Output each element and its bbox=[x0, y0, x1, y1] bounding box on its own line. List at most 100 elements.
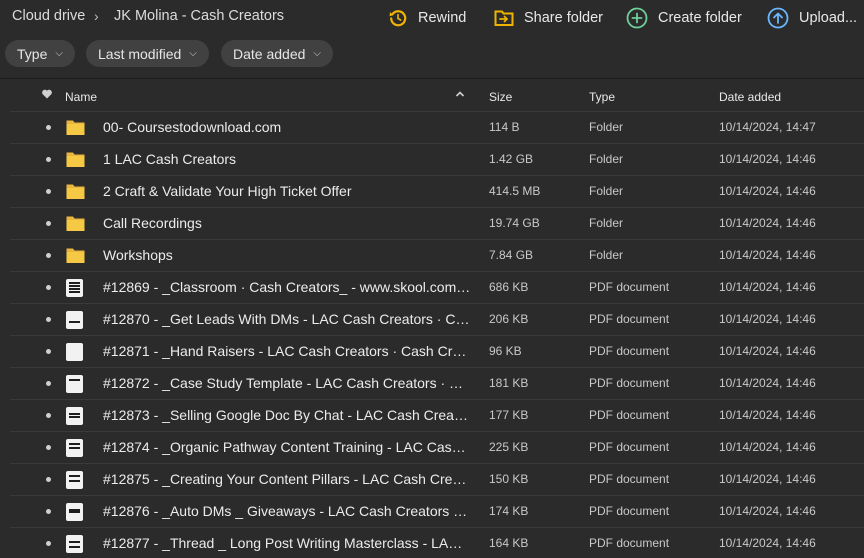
file-name[interactable]: #12869 - _Classroom · Cash Creators_ - w… bbox=[103, 279, 471, 295]
file-name[interactable]: #12876 - _Auto DMs _ Giveaways - LAC Cas… bbox=[103, 503, 471, 519]
type-column-header[interactable]: Type bbox=[589, 90, 615, 104]
table-row[interactable]: #12874 - _Organic Pathway Content Traini… bbox=[10, 431, 864, 462]
file-size: 114 B bbox=[489, 120, 520, 134]
breadcrumb-root[interactable]: Cloud drive bbox=[12, 8, 85, 24]
pdf-thumbnail-icon bbox=[66, 375, 83, 393]
table-row[interactable]: #12872 - _Case Study Template - LAC Cash… bbox=[10, 367, 864, 398]
table-row[interactable]: #12870 - _Get Leads With DMs - LAC Cash … bbox=[10, 303, 864, 334]
file-size: 1.42 GB bbox=[489, 152, 534, 166]
file-date-added: 10/14/2024, 14:46 bbox=[719, 248, 816, 262]
chevron-down-icon: ⌵ bbox=[313, 48, 321, 59]
folder-icon bbox=[66, 216, 85, 231]
table-row[interactable]: 00- Coursestodownload.com 114 B Folder 10/1… bbox=[10, 111, 864, 142]
file-name[interactable]: Workshops bbox=[103, 247, 471, 263]
row-status-dot bbox=[46, 285, 51, 290]
date-added-column-header[interactable]: Date added bbox=[719, 90, 781, 104]
favourite-column-heart-icon[interactable] bbox=[41, 88, 53, 103]
file-type: PDF document bbox=[589, 280, 670, 294]
breadcrumb-separator-icon: › bbox=[94, 8, 99, 24]
file-name[interactable]: #12877 - _Thread _ Long Post Writing Mas… bbox=[103, 535, 471, 551]
rewind-button[interactable]: Rewind bbox=[388, 6, 466, 30]
folder-icon bbox=[66, 248, 85, 263]
file-name[interactable]: 00- Coursestodownload.com bbox=[103, 119, 471, 135]
table-row[interactable]: Workshops 7.84 GB Folder 10/14/2024, 14:46 bbox=[10, 239, 864, 270]
row-status-dot bbox=[46, 317, 51, 322]
filter-bar: Type ⌵ Last modified ⌵ Date added ⌵ bbox=[0, 40, 864, 68]
file-date-added: 10/14/2024, 14:46 bbox=[719, 376, 816, 390]
pdf-thumbnail-icon bbox=[66, 407, 83, 425]
upload-label: Upload... bbox=[799, 10, 858, 26]
file-size: 96 KB bbox=[489, 344, 522, 358]
row-status-dot bbox=[46, 253, 51, 258]
chevron-down-icon: ⌵ bbox=[55, 48, 63, 59]
rewind-icon bbox=[389, 10, 407, 27]
file-type: Folder bbox=[589, 120, 624, 134]
date-added-filter-chip[interactable]: Date added ⌵ bbox=[221, 40, 333, 67]
create-folder-button[interactable]: Create folder bbox=[626, 6, 742, 30]
row-status-dot bbox=[46, 189, 51, 194]
table-header: Name Size Type Date added bbox=[0, 80, 864, 112]
file-name[interactable]: 1 LAC Cash Creators bbox=[103, 151, 471, 167]
file-size: 150 KB bbox=[489, 472, 529, 486]
header-divider bbox=[0, 78, 864, 79]
file-size: 181 KB bbox=[489, 376, 529, 390]
table-row[interactable]: #12873 - _Selling Google Doc By Chat - L… bbox=[10, 399, 864, 430]
add-circle-icon bbox=[626, 7, 648, 29]
table-row[interactable]: 2 Craft & Validate Your High Ticket Offe… bbox=[10, 175, 864, 206]
share-folder-icon bbox=[494, 10, 514, 26]
file-date-added: 10/14/2024, 14:47 bbox=[719, 120, 816, 134]
type-filter-label: Type bbox=[17, 45, 48, 62]
file-date-added: 10/14/2024, 14:46 bbox=[719, 472, 816, 486]
pdf-thumbnail-icon bbox=[66, 439, 83, 457]
file-size: 164 KB bbox=[489, 536, 529, 550]
file-name[interactable]: #12872 - _Case Study Template - LAC Cash… bbox=[103, 375, 471, 391]
upload-icon bbox=[767, 7, 789, 29]
table-row[interactable]: 1 LAC Cash Creators 1.42 GB Folder 10/14/20… bbox=[10, 143, 864, 174]
file-size: 7.84 GB bbox=[489, 248, 534, 262]
table-row[interactable]: #12869 - _Classroom · Cash Creators_ - w… bbox=[10, 271, 864, 302]
file-date-added: 10/14/2024, 14:46 bbox=[719, 408, 816, 422]
file-type: Folder bbox=[589, 248, 624, 262]
rewind-label: Rewind bbox=[418, 10, 467, 26]
table-row[interactable]: #12876 - _Auto DMs _ Giveaways - LAC Cas… bbox=[10, 495, 864, 526]
table-row[interactable]: #12875 - _Creating Your Content Pillars … bbox=[10, 463, 864, 494]
file-name[interactable]: 2 Craft & Validate Your High Ticket Offe… bbox=[103, 183, 471, 199]
table-row[interactable]: #12877 - _Thread _ Long Post Writing Mas… bbox=[10, 527, 864, 558]
size-column-header[interactable]: Size bbox=[489, 90, 512, 104]
file-name[interactable]: #12874 - _Organic Pathway Content Traini… bbox=[103, 439, 471, 455]
file-size: 177 KB bbox=[489, 408, 529, 422]
breadcrumb-current[interactable]: JK Molina - Cash Creators bbox=[114, 8, 284, 24]
row-status-dot bbox=[46, 445, 51, 450]
table-row[interactable]: #12871 - _Hand Raisers - LAC Cash Creato… bbox=[10, 335, 864, 366]
file-name[interactable]: #12871 - _Hand Raisers - LAC Cash Creato… bbox=[103, 343, 471, 359]
upload-button[interactable]: Upload... bbox=[767, 6, 857, 30]
file-name[interactable]: #12875 - _Creating Your Content Pillars … bbox=[103, 471, 471, 487]
file-type: PDF document bbox=[589, 536, 670, 550]
table-row[interactable]: Call Recordings 19.74 GB Folder 10/14/2024,… bbox=[10, 207, 864, 238]
file-type: PDF document bbox=[589, 312, 670, 326]
file-size: 206 KB bbox=[489, 312, 529, 326]
last-modified-filter-chip[interactable]: Last modified ⌵ bbox=[86, 40, 209, 67]
file-date-added: 10/14/2024, 14:46 bbox=[719, 152, 816, 166]
row-status-dot bbox=[46, 413, 51, 418]
file-date-added: 10/14/2024, 14:46 bbox=[719, 344, 816, 358]
file-type: PDF document bbox=[589, 472, 670, 486]
file-name[interactable]: #12873 - _Selling Google Doc By Chat - L… bbox=[103, 407, 471, 423]
file-type: PDF document bbox=[589, 504, 670, 518]
folder-icon bbox=[66, 120, 85, 135]
pdf-thumbnail-icon bbox=[66, 503, 83, 521]
file-name[interactable]: Call Recordings bbox=[103, 215, 471, 231]
pdf-thumbnail-icon bbox=[66, 343, 83, 361]
file-type: Folder bbox=[589, 184, 624, 198]
share-folder-button[interactable]: Share folder bbox=[494, 6, 603, 30]
type-filter-chip[interactable]: Type ⌵ bbox=[5, 40, 75, 67]
file-date-added: 10/14/2024, 14:46 bbox=[719, 312, 816, 326]
sort-ascending-chevron-icon[interactable] bbox=[455, 88, 465, 102]
row-status-dot bbox=[46, 509, 51, 514]
top-bar: Cloud drive › JK Molina - Cash Creators … bbox=[0, 0, 864, 36]
name-column-header[interactable]: Name bbox=[65, 90, 97, 104]
file-type: PDF document bbox=[589, 344, 670, 358]
row-status-dot bbox=[46, 157, 51, 162]
file-name[interactable]: #12870 - _Get Leads With DMs - LAC Cash … bbox=[103, 311, 471, 327]
file-type: Folder bbox=[589, 152, 624, 166]
